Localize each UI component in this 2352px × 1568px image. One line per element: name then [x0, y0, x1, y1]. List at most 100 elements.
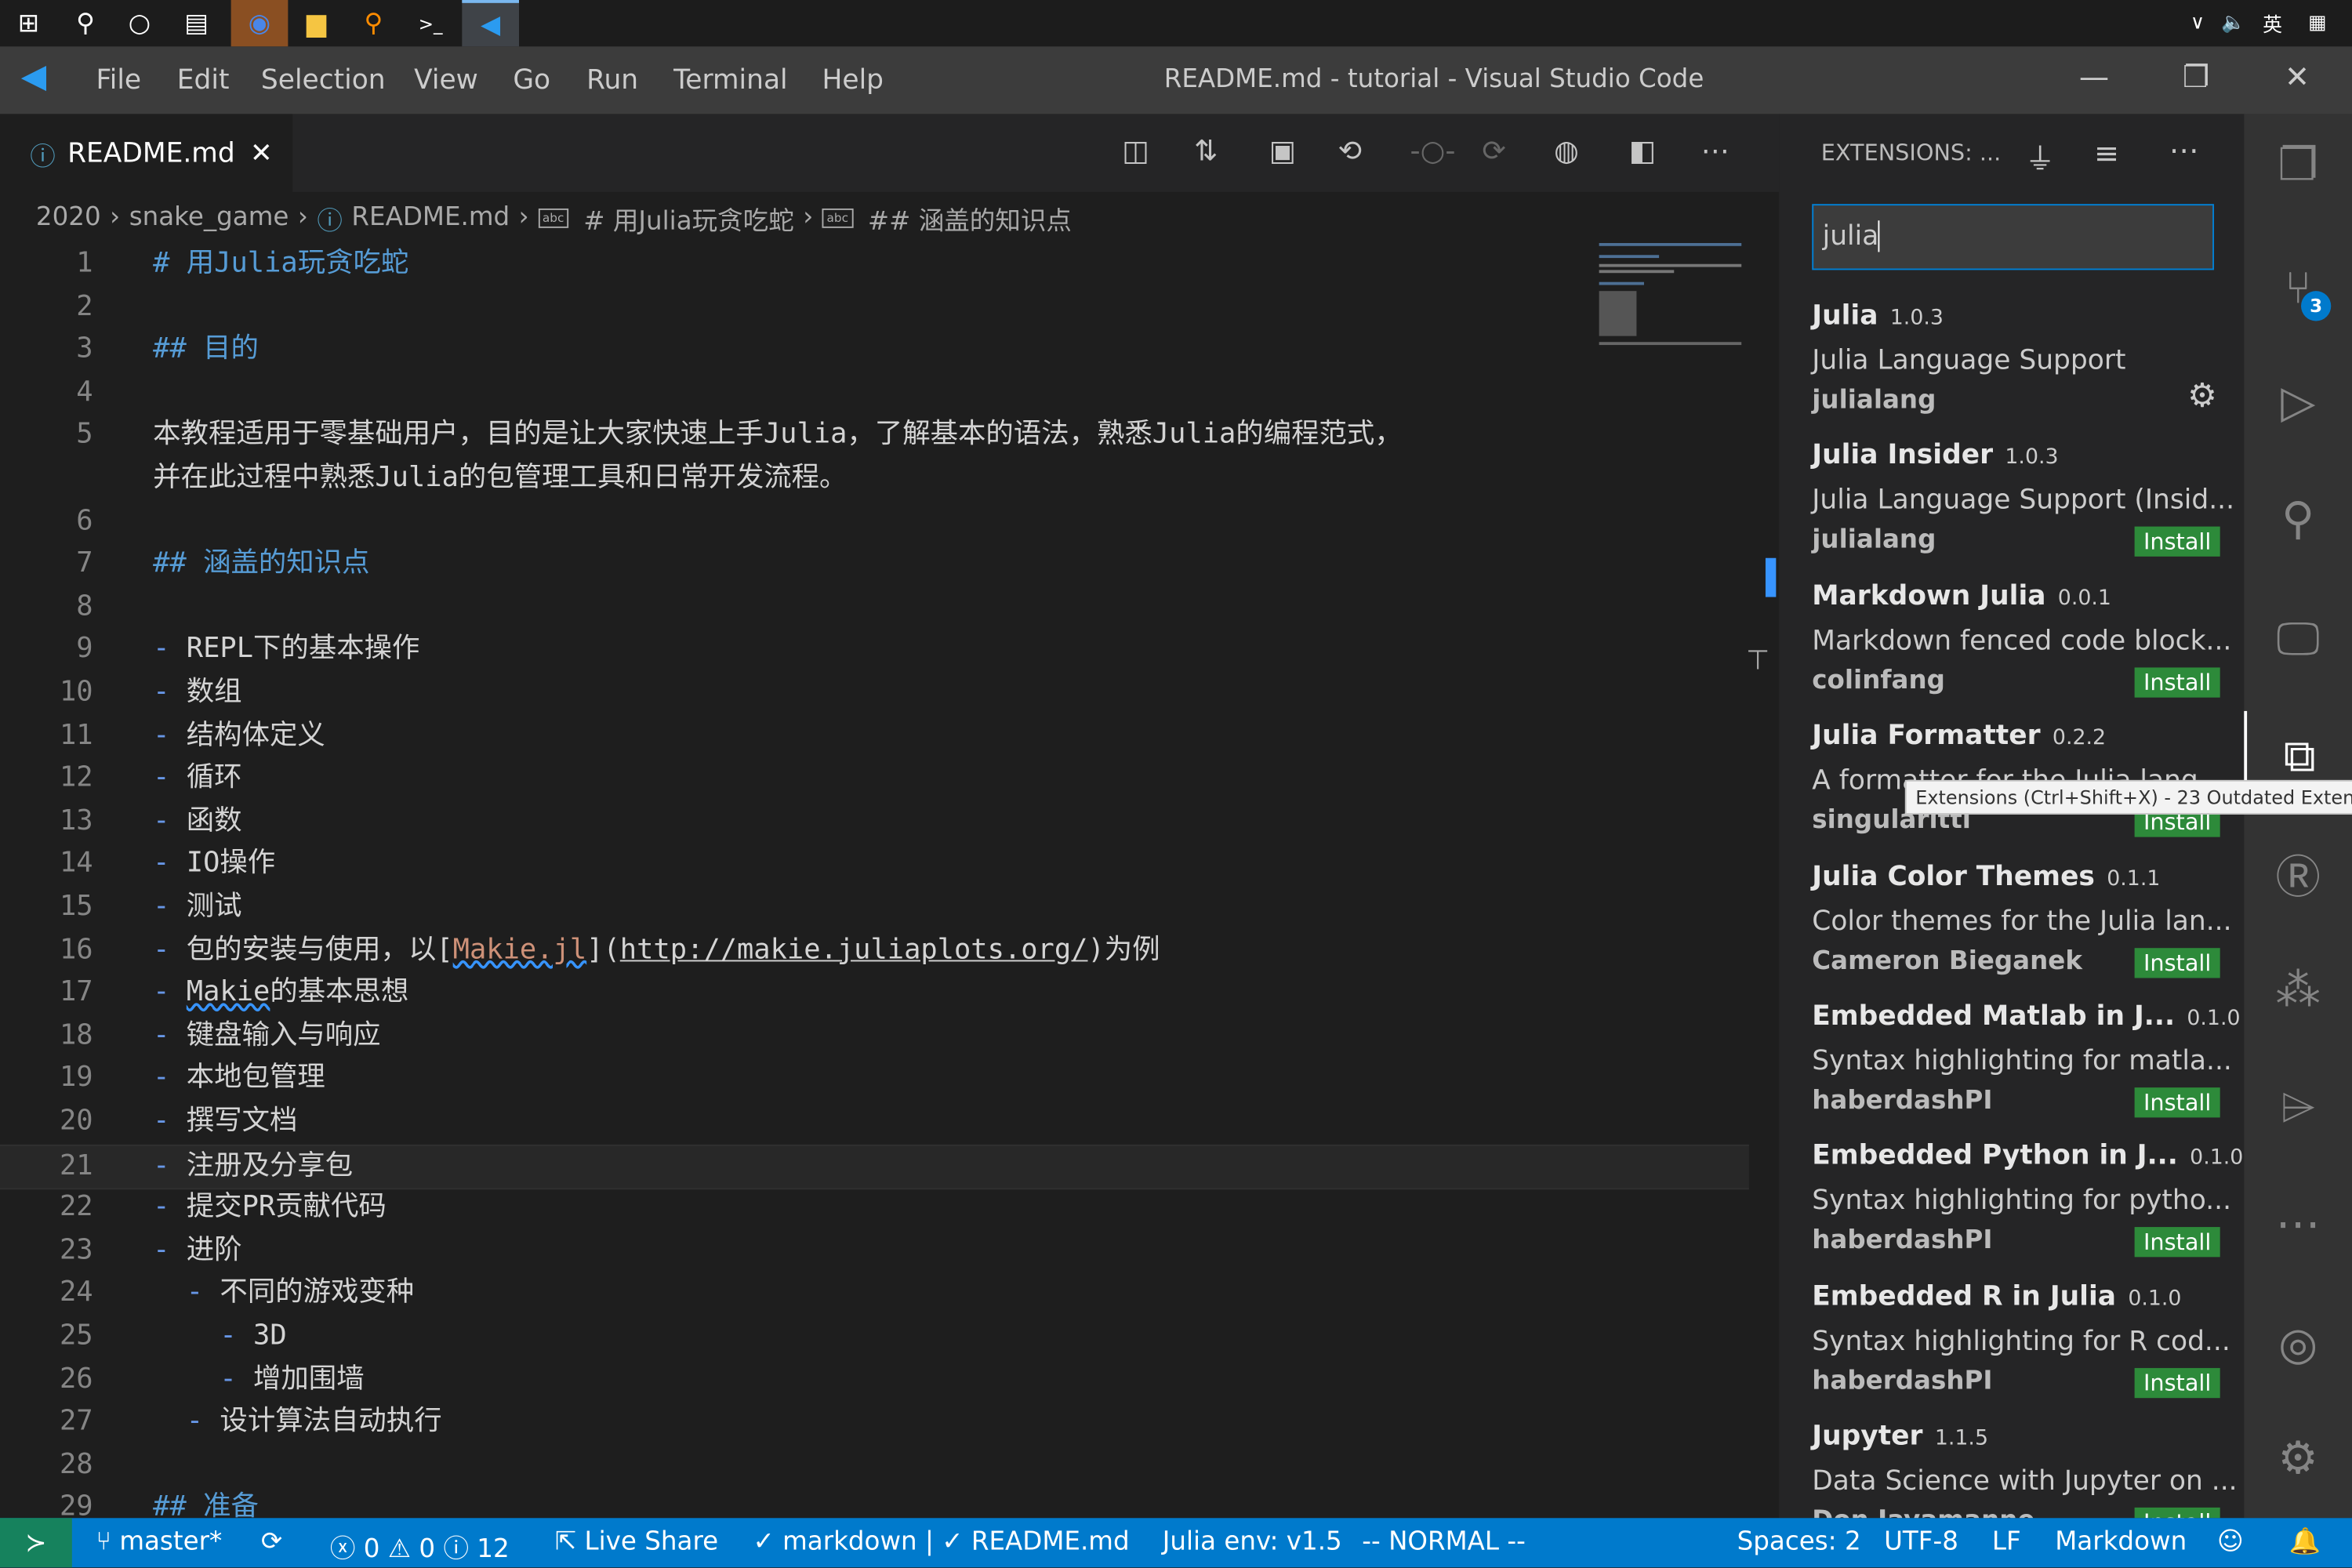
editor-line[interactable]: 9 - REPL下的基本操作	[0, 629, 1749, 672]
menu-help[interactable]: Help	[822, 64, 884, 96]
editor-line[interactable]: 并在此过程中熟悉Julia的包管理工具和日常开发流程。	[0, 458, 1749, 501]
install-button[interactable]: Install	[2134, 1227, 2220, 1258]
extension-item[interactable]: Julia 1.0.3 Julia Language Support julial…	[1812, 300, 2220, 440]
open-preview-icon[interactable]: ◫	[1122, 135, 1149, 168]
extension-item[interactable]: Embedded Matlab in J... 0.1.0 Syntax high…	[1812, 1000, 2241, 1140]
install-button[interactable]: Install	[2134, 667, 2220, 698]
branch-button[interactable]: ⑂ master*	[96, 1527, 222, 1557]
task-view-icon[interactable]: ▤	[168, 0, 225, 46]
clear-results-icon[interactable]: ≡	[2094, 135, 2119, 171]
scrollbar-thumb[interactable]	[1765, 557, 1777, 597]
breadcrumb-item[interactable]: # 用Julia玩贪吃蛇	[583, 199, 793, 236]
extension-item[interactable]: Markdown Julia 0.0.1 Markdown fenced code…	[1812, 580, 2231, 720]
encoding-button[interactable]: UTF-8	[1884, 1527, 1958, 1557]
notifications-bell-icon[interactable]: 🔔	[2289, 1527, 2321, 1557]
menu-edit[interactable]: Edit	[177, 64, 230, 96]
git-graph-icon[interactable]: Ⓡ	[2244, 828, 2352, 918]
editor-line[interactable]: 27 - 设计算法自动执行	[0, 1401, 1749, 1444]
menu-go[interactable]: Go	[513, 64, 550, 96]
settings-gear-icon[interactable]: ⚙	[2244, 1413, 2352, 1503]
more-actions-icon[interactable]: ⋯	[1701, 135, 1730, 168]
explorer-icon[interactable]: ❐	[2244, 120, 2352, 210]
editor-line[interactable]: 4	[0, 372, 1749, 415]
restore-button[interactable]: ❐	[2183, 59, 2209, 95]
install-button[interactable]: Install	[2134, 947, 2220, 978]
open-changes-icon[interactable]: ⇅	[1194, 135, 1218, 168]
extension-item[interactable]: Jupyter 1.1.5 Data Science with Jupyter o…	[1812, 1421, 2238, 1519]
split-editor-icon[interactable]: ◧	[1629, 135, 1656, 168]
editor[interactable]: 1 # 用Julia玩贪吃蛇 2 3 ## 目的 4 5 本教程适用于零基础用户，目的是让大家…	[0, 243, 1749, 1518]
menu-terminal[interactable]: Terminal	[673, 64, 788, 96]
editor-line[interactable]: 22 - 提交PR贡献代码	[0, 1187, 1749, 1230]
breadcrumb-item[interactable]: ## 涵盖的知识点	[868, 199, 1072, 236]
preview-side-icon[interactable]: ▣	[1269, 135, 1296, 168]
search-icon[interactable]: ⚲	[57, 0, 114, 46]
cortana-icon[interactable]: ○	[111, 0, 169, 46]
editor-line[interactable]: 21 - 注册及分享包	[0, 1144, 1749, 1190]
breadcrumb-item[interactable]: README.md	[351, 202, 510, 232]
remote-explorer-icon[interactable]: 🖵	[2244, 594, 2352, 684]
install-button[interactable]: Install	[2134, 1087, 2220, 1118]
search-app-icon[interactable]: ⚲	[345, 0, 402, 46]
live-share-icon[interactable]: ⁂	[2244, 945, 2352, 1035]
extension-item[interactable]: Embedded Python in J... 0.1.0 Syntax high…	[1812, 1141, 2243, 1280]
manage-gear-icon[interactable]: ⚙	[2187, 378, 2217, 416]
live-share-button[interactable]: ⇱ Live Share	[555, 1527, 718, 1557]
editor-line[interactable]: 26 - 增加围墙	[0, 1359, 1749, 1402]
editor-line[interactable]: 14 - IO操作	[0, 844, 1749, 887]
close-window-button[interactable]: ✕	[2285, 59, 2310, 95]
commit-icon[interactable]: -○-	[1410, 135, 1456, 168]
editor-line[interactable]: 12 - 循环	[0, 758, 1749, 801]
previous-change-icon[interactable]: ⟲	[1338, 135, 1362, 168]
editor-line[interactable]: 18 - 键盘输入与响应	[0, 1015, 1749, 1058]
vscode-taskbar-icon[interactable]: ◀	[462, 0, 520, 47]
accounts-icon[interactable]: ◎	[2244, 1299, 2352, 1389]
editor-line[interactable]: 25 - 3D	[0, 1316, 1749, 1359]
editor-line[interactable]: 5 本教程适用于零基础用户，目的是让大家快速上手Julia，了解基本的语法，熟悉J…	[0, 415, 1749, 458]
terminal-icon[interactable]: >_	[402, 0, 459, 46]
source-control-icon[interactable]: ⑂ 3	[2244, 243, 2352, 333]
editor-line[interactable]: 3 ## 目的	[0, 328, 1749, 372]
editor-line[interactable]: 13 - 函数	[0, 800, 1749, 844]
editor-line[interactable]: 19 - 本地包管理	[0, 1058, 1749, 1102]
editor-line[interactable]: 7 ## 涵盖的知识点	[0, 543, 1749, 586]
powershell-icon[interactable]: ⌲	[2244, 1062, 2352, 1152]
extension-item[interactable]: Julia Color Themes 0.1.1 Color themes for…	[1812, 860, 2232, 1000]
breadcrumb-item[interactable]: 2020	[36, 202, 101, 232]
more-actions-icon[interactable]: ⋯	[2169, 132, 2199, 168]
editor-line[interactable]: 8	[0, 586, 1749, 630]
editor-line[interactable]: 24 - 不同的游戏变种	[0, 1272, 1749, 1316]
more-icon[interactable]: ⋯	[2244, 1179, 2352, 1269]
chrome-icon[interactable]: ◉	[230, 0, 289, 47]
editor-line[interactable]: 16 - 包的安装与使用，以[Makie.jl](http://makie.jul…	[0, 929, 1749, 972]
run-debug-icon[interactable]: ▷	[2244, 357, 2352, 447]
editor-line[interactable]: 10 - 数组	[0, 672, 1749, 715]
next-change-icon[interactable]: ⟳	[1482, 135, 1505, 168]
editor-line[interactable]: 6	[0, 500, 1749, 543]
menu-file[interactable]: File	[96, 64, 141, 96]
indentation-button[interactable]: Spaces: 2	[1737, 1527, 1861, 1557]
julia-env-button[interactable]: Julia env: v1.5	[1163, 1527, 1342, 1557]
search-icon[interactable]: ⚲	[2244, 474, 2352, 564]
menu-view[interactable]: View	[414, 64, 478, 96]
editor-line[interactable]: 29 ## 准备	[0, 1487, 1749, 1519]
editor-line[interactable]: 23 - 进阶	[0, 1230, 1749, 1273]
extension-item[interactable]: Julia Insider 1.0.3 Julia Language Suppor…	[1812, 440, 2234, 579]
feedback-icon[interactable]: ☺	[2217, 1527, 2244, 1557]
remote-button[interactable]: ≻	[0, 1518, 72, 1568]
file-explorer-icon[interactable]: ▆	[288, 0, 345, 46]
language-mode-button[interactable]: Markdown	[2055, 1527, 2187, 1557]
editor-line[interactable]: 15 - 测试	[0, 887, 1749, 930]
install-button[interactable]: Install	[2134, 527, 2220, 557]
minimize-button[interactable]: —	[2079, 59, 2109, 95]
editor-line[interactable]: 11 - 结构体定义	[0, 715, 1749, 758]
tab-readme[interactable]: ⓘ README.md ✕	[0, 114, 293, 192]
close-tab-icon[interactable]: ✕	[250, 137, 273, 169]
editor-line[interactable]: 17 - Makie的基本思想	[0, 972, 1749, 1015]
minimap[interactable]	[1599, 242, 1742, 363]
markdownlint-button[interactable]: ✓ markdown | ✓ README.md	[753, 1527, 1129, 1557]
editor-line[interactable]: 28	[0, 1444, 1749, 1487]
editor-line[interactable]: 20 - 撰写文档	[0, 1101, 1749, 1144]
menu-selection[interactable]: Selection	[261, 64, 386, 96]
filter-icon[interactable]: ⏚	[2025, 135, 2055, 178]
